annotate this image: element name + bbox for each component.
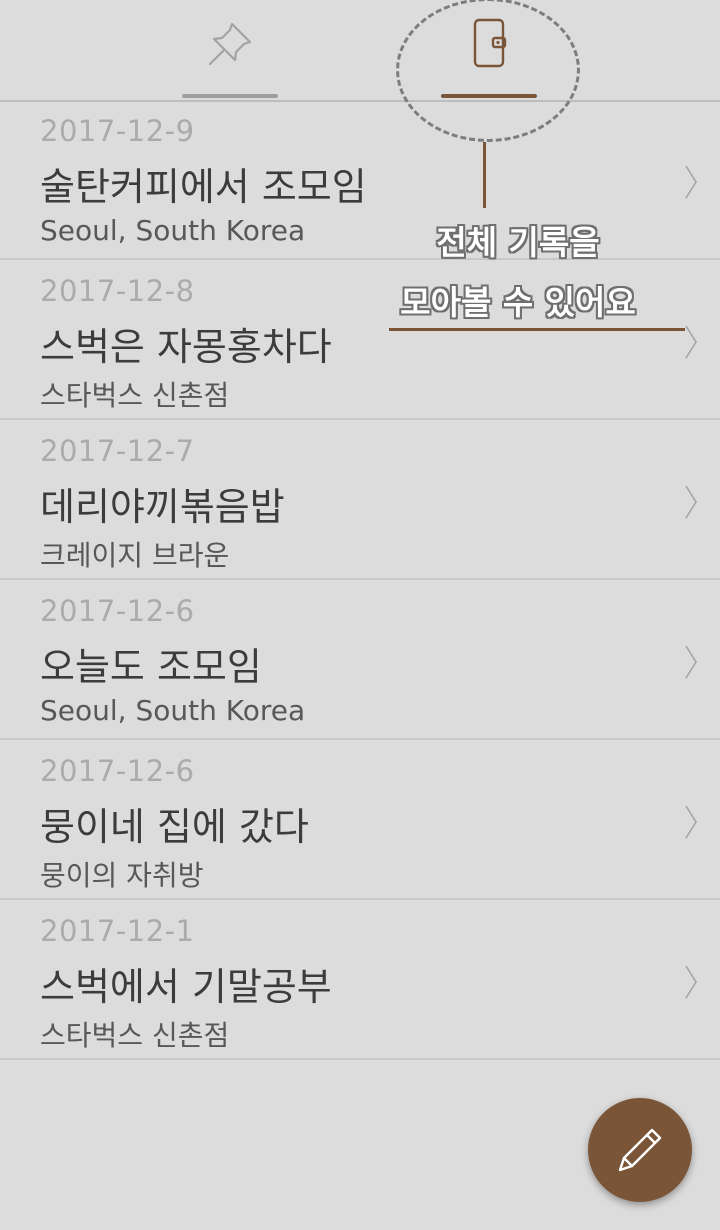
- entry-location: Seoul, South Korea: [40, 214, 306, 247]
- chevron-right-icon: [685, 165, 697, 199]
- chevron-right-icon: [685, 805, 697, 839]
- entry-title: 술탄커피에서 조모임: [40, 165, 367, 209]
- entry-title: 스벅에서 기말공부: [40, 965, 332, 1009]
- entry-date: 2017-12-1: [40, 914, 195, 948]
- chevron-right-icon: [685, 965, 697, 999]
- entry-location: 스타벅스 신촌점: [40, 1019, 230, 1052]
- pencil-icon: [618, 1128, 662, 1172]
- callout-text-line2: 모아볼 수 있어요: [400, 283, 636, 322]
- callout-pointer-line: [483, 142, 486, 208]
- notebook-icon: [473, 18, 507, 68]
- entry-date: 2017-12-6: [40, 594, 195, 628]
- tab-pins[interactable]: [120, 0, 340, 100]
- entry-date: 2017-12-6: [40, 754, 195, 788]
- pushpin-icon: [208, 22, 252, 66]
- tab-indicator: [182, 94, 278, 98]
- write-entry-button[interactable]: [588, 1098, 692, 1202]
- tab-indicator: [441, 94, 537, 98]
- chevron-right-icon: [685, 485, 697, 519]
- entry-title: 데리야끼볶음밥: [40, 485, 285, 529]
- entry-title: 오늘도 조모임: [40, 645, 262, 689]
- entry-title: 뭉이네 집에 갔다: [40, 805, 309, 849]
- tab-bar: [0, 0, 720, 102]
- entry-location: Seoul, South Korea: [40, 694, 306, 727]
- entry-date: 2017-12-7: [40, 434, 195, 468]
- list-item[interactable]: 2017-12-6 뭉이네 집에 갔다 뭉이의 자취방: [0, 740, 720, 900]
- callout-underline: [389, 328, 685, 331]
- list-item[interactable]: 2017-12-1 스벅에서 기말공부 스타벅스 신촌점: [0, 900, 720, 1060]
- chevron-right-icon: [685, 325, 697, 359]
- list-item[interactable]: 2017-12-6 오늘도 조모임 Seoul, South Korea: [0, 580, 720, 740]
- entry-date: 2017-12-9: [40, 114, 195, 148]
- tab-all-records[interactable]: [379, 0, 599, 100]
- chevron-right-icon: [685, 645, 697, 679]
- list-item[interactable]: 2017-12-7 데리야끼볶음밥 크레이지 브라운: [0, 420, 720, 580]
- entry-title: 스벅은 자몽홍차다: [40, 325, 332, 369]
- entry-location: 스타벅스 신촌점: [40, 379, 230, 412]
- entry-date: 2017-12-8: [40, 274, 195, 308]
- callout-text-line1: 전체 기록을: [436, 223, 600, 262]
- entry-location: 뭉이의 자취방: [40, 859, 204, 892]
- entry-location: 크레이지 브라운: [40, 539, 230, 572]
